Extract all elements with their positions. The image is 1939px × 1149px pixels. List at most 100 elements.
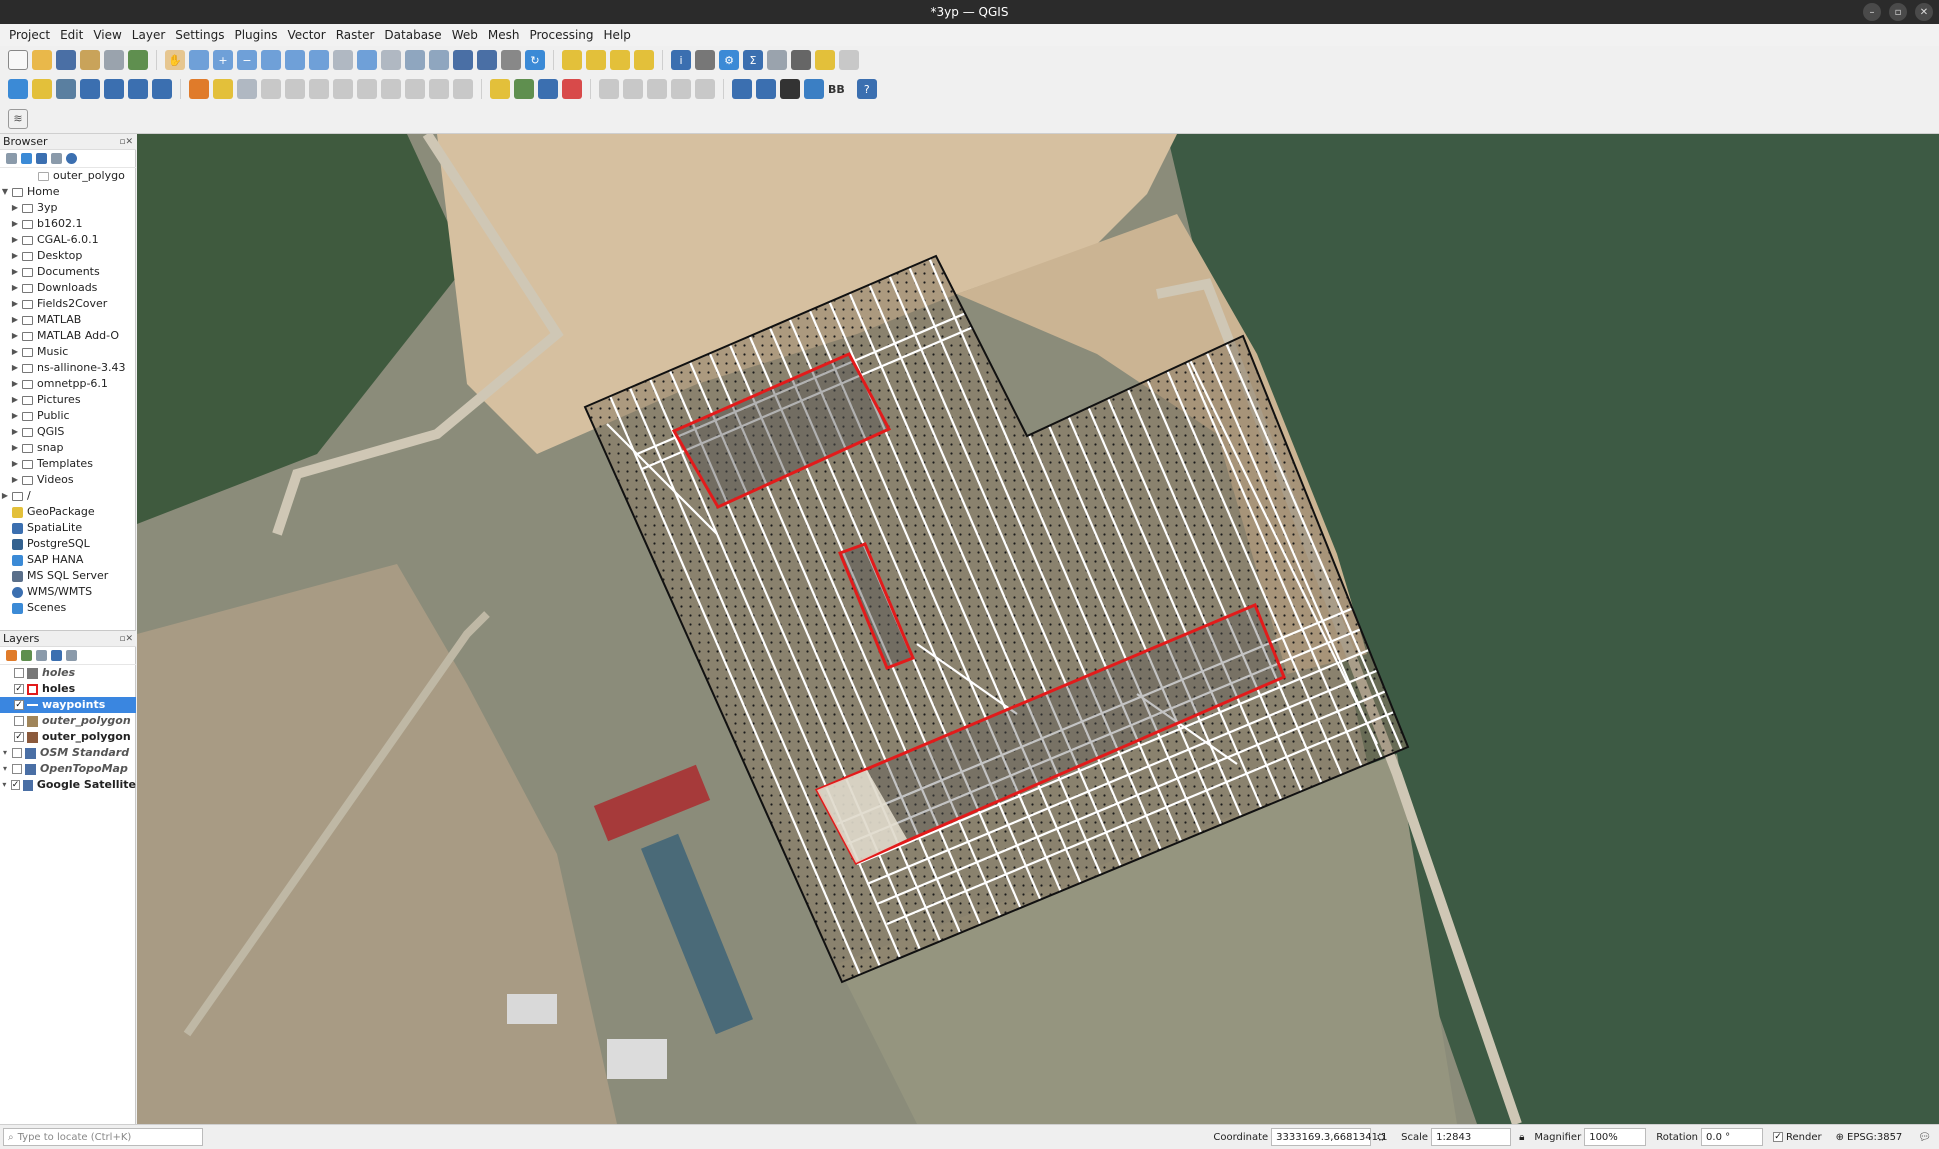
show-bookmarks-icon[interactable] bbox=[477, 50, 497, 70]
menu-vector[interactable]: Vector bbox=[282, 28, 330, 42]
pan-hand-icon[interactable]: ✋ bbox=[165, 50, 185, 70]
browser-folder[interactable]: ▶ omnetpp-6.1 bbox=[0, 376, 136, 392]
measure-icon[interactable] bbox=[791, 50, 811, 70]
python-console-icon[interactable] bbox=[804, 79, 824, 99]
map-canvas[interactable] bbox=[137, 134, 1939, 1124]
menu-processing[interactable]: Processing bbox=[524, 28, 598, 42]
browser-folder[interactable]: ▶ b1602.1 bbox=[0, 216, 136, 232]
world-map-icon[interactable] bbox=[756, 79, 776, 99]
browser-folder[interactable]: ▶ Templates bbox=[0, 456, 136, 472]
add-group-icon[interactable] bbox=[21, 650, 32, 661]
select-features-icon[interactable] bbox=[562, 50, 582, 70]
style-manager-icon[interactable] bbox=[128, 50, 148, 70]
layer-visibility-checkbox[interactable] bbox=[14, 716, 24, 726]
select-location-icon[interactable] bbox=[634, 50, 654, 70]
browser-provider[interactable]: SpatiaLite bbox=[0, 520, 136, 536]
layer-visibility-checkbox[interactable]: ✓ bbox=[10, 780, 21, 790]
gps-device-icon[interactable] bbox=[780, 79, 800, 99]
panel-close-icon[interactable]: ▫✕ bbox=[119, 137, 136, 147]
zoom-to-layer-icon[interactable] bbox=[309, 50, 329, 70]
menu-raster[interactable]: Raster bbox=[331, 28, 380, 42]
style-layer-icon[interactable] bbox=[6, 650, 17, 661]
deselect-features-icon[interactable] bbox=[610, 50, 630, 70]
layer-visibility-checkbox[interactable] bbox=[12, 764, 22, 774]
layer-row[interactable]: ✓ holes bbox=[0, 681, 136, 697]
zoom-next-icon[interactable] bbox=[381, 50, 401, 70]
menu-view[interactable]: View bbox=[88, 28, 126, 42]
chevron-down-icon[interactable]: ▾ bbox=[0, 777, 9, 793]
add-spatialite-icon[interactable] bbox=[80, 79, 100, 99]
zoom-in-icon[interactable]: + bbox=[213, 50, 233, 70]
change-label-icon[interactable] bbox=[647, 79, 667, 99]
browser-provider[interactable]: MS SQL Server bbox=[0, 568, 136, 584]
attribute-table-icon[interactable] bbox=[695, 50, 715, 70]
menu-project[interactable]: Project bbox=[4, 28, 55, 42]
save-project-icon[interactable] bbox=[56, 50, 76, 70]
layer-row[interactable]: ▾ ✓ Google Satellite bbox=[0, 777, 136, 793]
browser-folder[interactable]: ▶ Videos bbox=[0, 472, 136, 488]
rotate-label-icon[interactable] bbox=[623, 79, 643, 99]
save-edits-icon[interactable] bbox=[237, 79, 257, 99]
locator-search-input[interactable]: ⌕ Type to locate (Ctrl+K) bbox=[3, 1128, 203, 1146]
menu-help[interactable]: Help bbox=[599, 28, 636, 42]
filter-browser-icon[interactable] bbox=[36, 153, 47, 164]
layer-row[interactable]: ▾ OSM Standard bbox=[0, 745, 136, 761]
chevron-right-icon[interactable]: ▶ bbox=[10, 472, 20, 488]
chevron-down-icon[interactable]: ▾ bbox=[0, 745, 10, 761]
browser-folder[interactable]: ▶ CGAL-6.0.1 bbox=[0, 232, 136, 248]
toggle-editing-icon[interactable] bbox=[189, 79, 209, 99]
zoom-full-icon[interactable] bbox=[261, 50, 281, 70]
browser-provider[interactable]: GeoPackage bbox=[0, 504, 136, 520]
maximize-icon[interactable]: ▫ bbox=[1889, 3, 1907, 21]
layer-row[interactable]: holes bbox=[0, 665, 136, 681]
browser-folder[interactable]: ▶ MATLAB Add-O bbox=[0, 328, 136, 344]
statistics-sum-icon[interactable]: Σ bbox=[743, 50, 763, 70]
new-3d-view-icon[interactable] bbox=[429, 50, 449, 70]
close-icon[interactable]: ✕ bbox=[1915, 3, 1933, 21]
chevron-right-icon[interactable]: ▶ bbox=[10, 216, 20, 232]
browser-folder[interactable]: ▶ 3yp bbox=[0, 200, 136, 216]
zoom-native-icon[interactable] bbox=[333, 50, 353, 70]
browser-provider[interactable]: Scenes bbox=[0, 600, 136, 616]
label-properties-icon[interactable] bbox=[671, 79, 691, 99]
print-layout-icon[interactable] bbox=[104, 50, 124, 70]
expand-all-icon[interactable] bbox=[66, 650, 77, 661]
browser-folder[interactable]: ▶ Fields2Cover bbox=[0, 296, 136, 312]
render-checkbox[interactable]: ✓ bbox=[1773, 1132, 1784, 1142]
browser-item[interactable]: outer_polygo bbox=[0, 168, 136, 184]
cut-features-icon[interactable] bbox=[357, 79, 377, 99]
chevron-right-icon[interactable]: ▶ bbox=[10, 248, 20, 264]
minimize-icon[interactable]: – bbox=[1863, 3, 1881, 21]
browser-folder[interactable]: ▶ QGIS bbox=[0, 424, 136, 440]
processing-toolbox-icon[interactable]: ⚙ bbox=[719, 50, 739, 70]
layout-manager-icon[interactable] bbox=[80, 50, 100, 70]
open-table-icon[interactable] bbox=[767, 50, 787, 70]
pin-labels-icon[interactable] bbox=[538, 79, 558, 99]
bookmark-icon[interactable] bbox=[453, 50, 473, 70]
edit-pencil-icon[interactable] bbox=[213, 79, 233, 99]
browser-folder[interactable]: ▶ ns-allinone-3.43 bbox=[0, 360, 136, 376]
layer-row[interactable]: ✓ waypoints bbox=[0, 697, 136, 713]
temporal-controller-icon[interactable] bbox=[501, 50, 521, 70]
add-geopackage-icon[interactable] bbox=[32, 79, 52, 99]
layer-visibility-checkbox[interactable]: ✓ bbox=[14, 684, 24, 694]
chevron-right-icon[interactable]: ▶ bbox=[10, 312, 20, 328]
browser-provider[interactable]: WMS/WMTS bbox=[0, 584, 136, 600]
menu-plugins[interactable]: Plugins bbox=[229, 28, 282, 42]
menu-edit[interactable]: Edit bbox=[55, 28, 88, 42]
layer-row[interactable]: outer_polygon bbox=[0, 713, 136, 729]
crs-globe-icon[interactable]: ⊕ bbox=[1836, 1132, 1844, 1143]
collapse-all-icon[interactable] bbox=[51, 153, 62, 164]
layers-stack-icon[interactable]: ≋ bbox=[8, 108, 28, 129]
browser-folder[interactable]: ▶ MATLAB bbox=[0, 312, 136, 328]
open-project-icon[interactable] bbox=[32, 50, 52, 70]
filter-legend-icon[interactable] bbox=[51, 650, 62, 661]
browser-folder[interactable]: ▶ snap bbox=[0, 440, 136, 456]
menu-database[interactable]: Database bbox=[379, 28, 446, 42]
menu-settings[interactable]: Settings bbox=[170, 28, 229, 42]
coordinate-field[interactable]: 3333169.3,6681341.1 bbox=[1271, 1128, 1388, 1146]
locator-search-icon[interactable] bbox=[839, 50, 859, 70]
chevron-right-icon[interactable]: ▶ bbox=[10, 456, 20, 472]
paste-features-icon[interactable] bbox=[405, 79, 425, 99]
browser-folder[interactable]: ▶ Desktop bbox=[0, 248, 136, 264]
